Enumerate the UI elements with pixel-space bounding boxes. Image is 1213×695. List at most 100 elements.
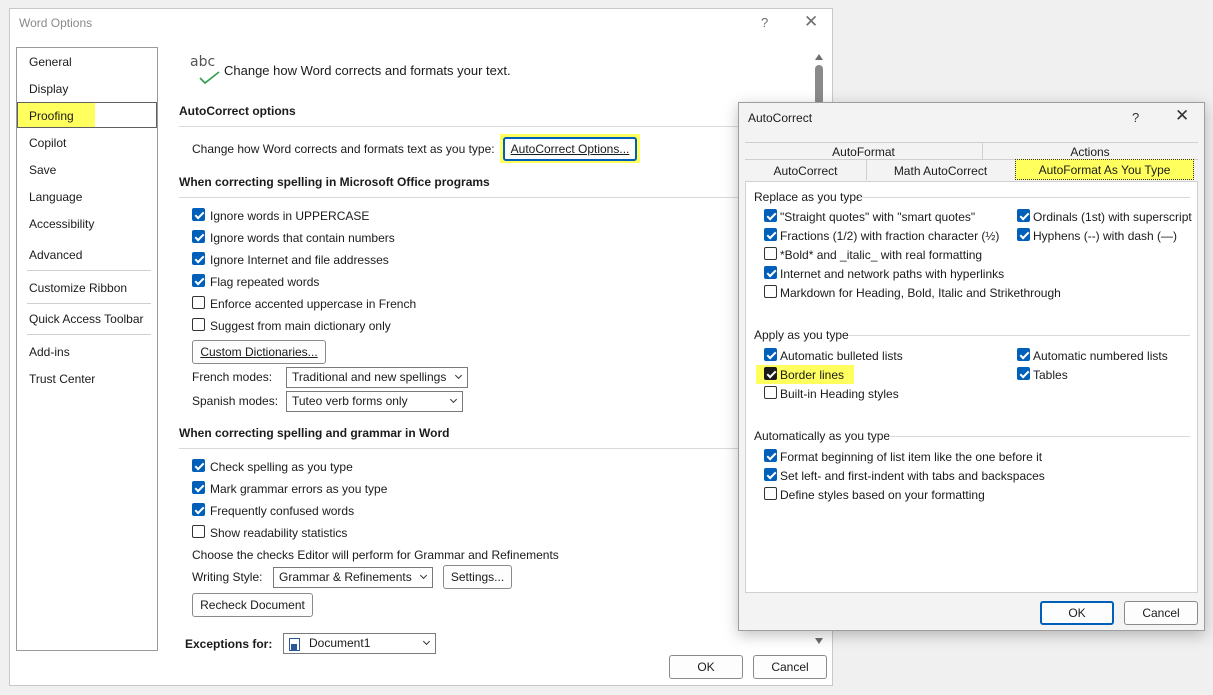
french-modes-select[interactable]: Traditional and new spellings [286, 367, 468, 388]
writing-style-select[interactable]: Grammar & Refinements [273, 567, 433, 588]
nav-divider [27, 270, 151, 271]
abc-proofing-icon: abc [190, 54, 216, 70]
autocorrect-description: Change how Word corrects and formats tex… [192, 142, 495, 156]
heading-styles-checkbox[interactable] [764, 386, 777, 399]
nav-item-quick-access-toolbar[interactable]: Quick Access Toolbar [29, 312, 144, 326]
dialog-title: AutoCorrect [748, 111, 813, 125]
enforce-accented-checkbox[interactable] [192, 296, 205, 309]
suggest-main-dictionary-checkbox[interactable] [192, 318, 205, 331]
close-icon[interactable]: ✕ [804, 12, 818, 32]
scroll-up-arrow-icon[interactable] [815, 54, 823, 60]
recheck-document-button[interactable]: Recheck Document [192, 593, 313, 617]
flag-repeated-label: Flag repeated words [210, 275, 320, 289]
define-styles-label: Define styles based on your formatting [780, 488, 985, 502]
autocorrect-dialog: AutoCorrect ? ✕ AutoFormat Actions AutoC… [738, 102, 1205, 631]
ignore-numbers-checkbox[interactable] [192, 230, 205, 243]
cancel-button[interactable]: Cancel [1124, 601, 1198, 625]
scroll-down-arrow-icon[interactable] [815, 638, 823, 644]
hyperlinks-checkbox[interactable] [764, 266, 777, 279]
close-icon[interactable]: ✕ [1175, 106, 1189, 126]
define-styles-checkbox[interactable] [764, 487, 777, 500]
help-icon[interactable]: ? [1132, 110, 1139, 125]
tab-autocorrect[interactable]: AutoCorrect [745, 164, 866, 178]
ignore-numbers-label: Ignore words that contain numbers [210, 231, 395, 245]
checkmark-icon [199, 71, 220, 85]
fractions-checkbox[interactable] [764, 228, 777, 241]
nav-item-save[interactable]: Save [29, 163, 56, 177]
ignore-addresses-label: Ignore Internet and file addresses [210, 253, 389, 267]
ok-button[interactable]: OK [669, 655, 743, 679]
enforce-accented-label: Enforce accented uppercase in French [210, 297, 417, 311]
markdown-checkbox[interactable] [764, 285, 777, 298]
indent-tabs-checkbox[interactable] [764, 468, 777, 481]
checks-description: Choose the checks Editor will perform fo… [192, 548, 559, 562]
flag-repeated-checkbox[interactable] [192, 274, 205, 287]
nav-item-trust-center[interactable]: Trust Center [29, 372, 95, 386]
border-lines-label: Border lines [780, 368, 845, 382]
tab-row-divider [745, 142, 1198, 143]
section-divider [179, 448, 815, 449]
scroll-thumb[interactable] [815, 65, 823, 105]
suggest-main-dictionary-label: Suggest from main dictionary only [210, 319, 391, 333]
spanish-modes-select[interactable]: Tuteo verb forms only [286, 391, 463, 412]
hyphens-checkbox[interactable] [1017, 228, 1030, 241]
nav-item-accessibility[interactable]: Accessibility [29, 217, 94, 231]
section-divider [849, 335, 1190, 336]
section-divider [859, 197, 1190, 198]
ordinals-checkbox[interactable] [1017, 209, 1030, 222]
format-list-item-checkbox[interactable] [764, 449, 777, 462]
confused-words-checkbox[interactable] [192, 503, 205, 516]
nav-item-copilot[interactable]: Copilot [29, 136, 66, 150]
nav-item-display[interactable]: Display [29, 82, 68, 96]
tab-math-autocorrect[interactable]: Math AutoCorrect [866, 164, 1015, 178]
nav-divider [27, 303, 151, 304]
nav-divider [27, 334, 151, 335]
page-description: Change how Word corrects and formats you… [224, 63, 511, 78]
exceptions-select[interactable]: Document1 [283, 633, 436, 654]
tab-actions[interactable]: Actions [982, 145, 1198, 159]
automatically-as-you-type-title: Automatically as you type [754, 429, 891, 443]
check-spelling-checkbox[interactable] [192, 459, 205, 472]
numbered-lists-checkbox[interactable] [1017, 348, 1030, 361]
bold-italic-label: *Bold* and _italic_ with real formatting [780, 248, 983, 262]
hyperlinks-label: Internet and network paths with hyperlin… [780, 267, 1005, 281]
smart-quotes-checkbox[interactable] [764, 209, 777, 222]
grammar-section-title: When correcting spelling and grammar in … [179, 426, 450, 440]
exceptions-label: Exceptions for: [185, 637, 273, 651]
cancel-button[interactable]: Cancel [753, 655, 827, 679]
nav-item-add-ins[interactable]: Add-ins [29, 345, 70, 359]
nav-item-customize-ribbon[interactable]: Customize Ribbon [29, 281, 127, 295]
format-list-item-label: Format beginning of list item like the o… [780, 450, 1043, 464]
help-icon[interactable]: ? [761, 15, 768, 30]
bulleted-lists-checkbox[interactable] [764, 348, 777, 361]
spelling-office-section-title: When correcting spelling in Microsoft Of… [179, 175, 490, 189]
settings-button[interactable]: Settings... [443, 565, 512, 589]
tab-autoformat-as-you-type[interactable]: AutoFormat As You Type [1015, 163, 1194, 177]
word-document-icon [289, 638, 300, 651]
autocorrect-options-button[interactable]: AutoCorrect Options... [503, 137, 637, 161]
ok-button[interactable]: OK [1040, 601, 1114, 625]
readability-statistics-label: Show readability statistics [210, 526, 348, 540]
readability-statistics-checkbox[interactable] [192, 525, 205, 538]
ignore-uppercase-checkbox[interactable] [192, 208, 205, 221]
tab-autoformat[interactable]: AutoFormat [745, 145, 982, 159]
numbered-lists-label: Automatic numbered lists [1033, 349, 1168, 363]
bulleted-lists-label: Automatic bulleted lists [780, 349, 903, 363]
nav-item-general[interactable]: General [29, 55, 72, 69]
custom-dictionaries-button[interactable]: Custom Dictionaries... [192, 340, 326, 364]
nav-item-language[interactable]: Language [29, 190, 82, 204]
nav-item-proofing[interactable]: Proofing [29, 109, 74, 123]
bold-italic-checkbox[interactable] [764, 247, 777, 260]
mark-grammar-checkbox[interactable] [192, 481, 205, 494]
indent-tabs-label: Set left- and first-indent with tabs and… [780, 469, 1045, 483]
nav-item-advanced[interactable]: Advanced [29, 248, 82, 262]
mark-grammar-label: Mark grammar errors as you type [210, 482, 388, 496]
check-spelling-label: Check spelling as you type [210, 460, 353, 474]
options-nav: General Display Proofing Copilot Save La… [16, 47, 158, 651]
tables-checkbox[interactable] [1017, 367, 1030, 380]
border-lines-checkbox[interactable] [764, 367, 777, 380]
section-divider [179, 126, 815, 127]
markdown-label: Markdown for Heading, Bold, Italic and S… [780, 286, 1061, 300]
ignore-addresses-checkbox[interactable] [192, 252, 205, 265]
french-modes-label: French modes: [192, 370, 273, 384]
